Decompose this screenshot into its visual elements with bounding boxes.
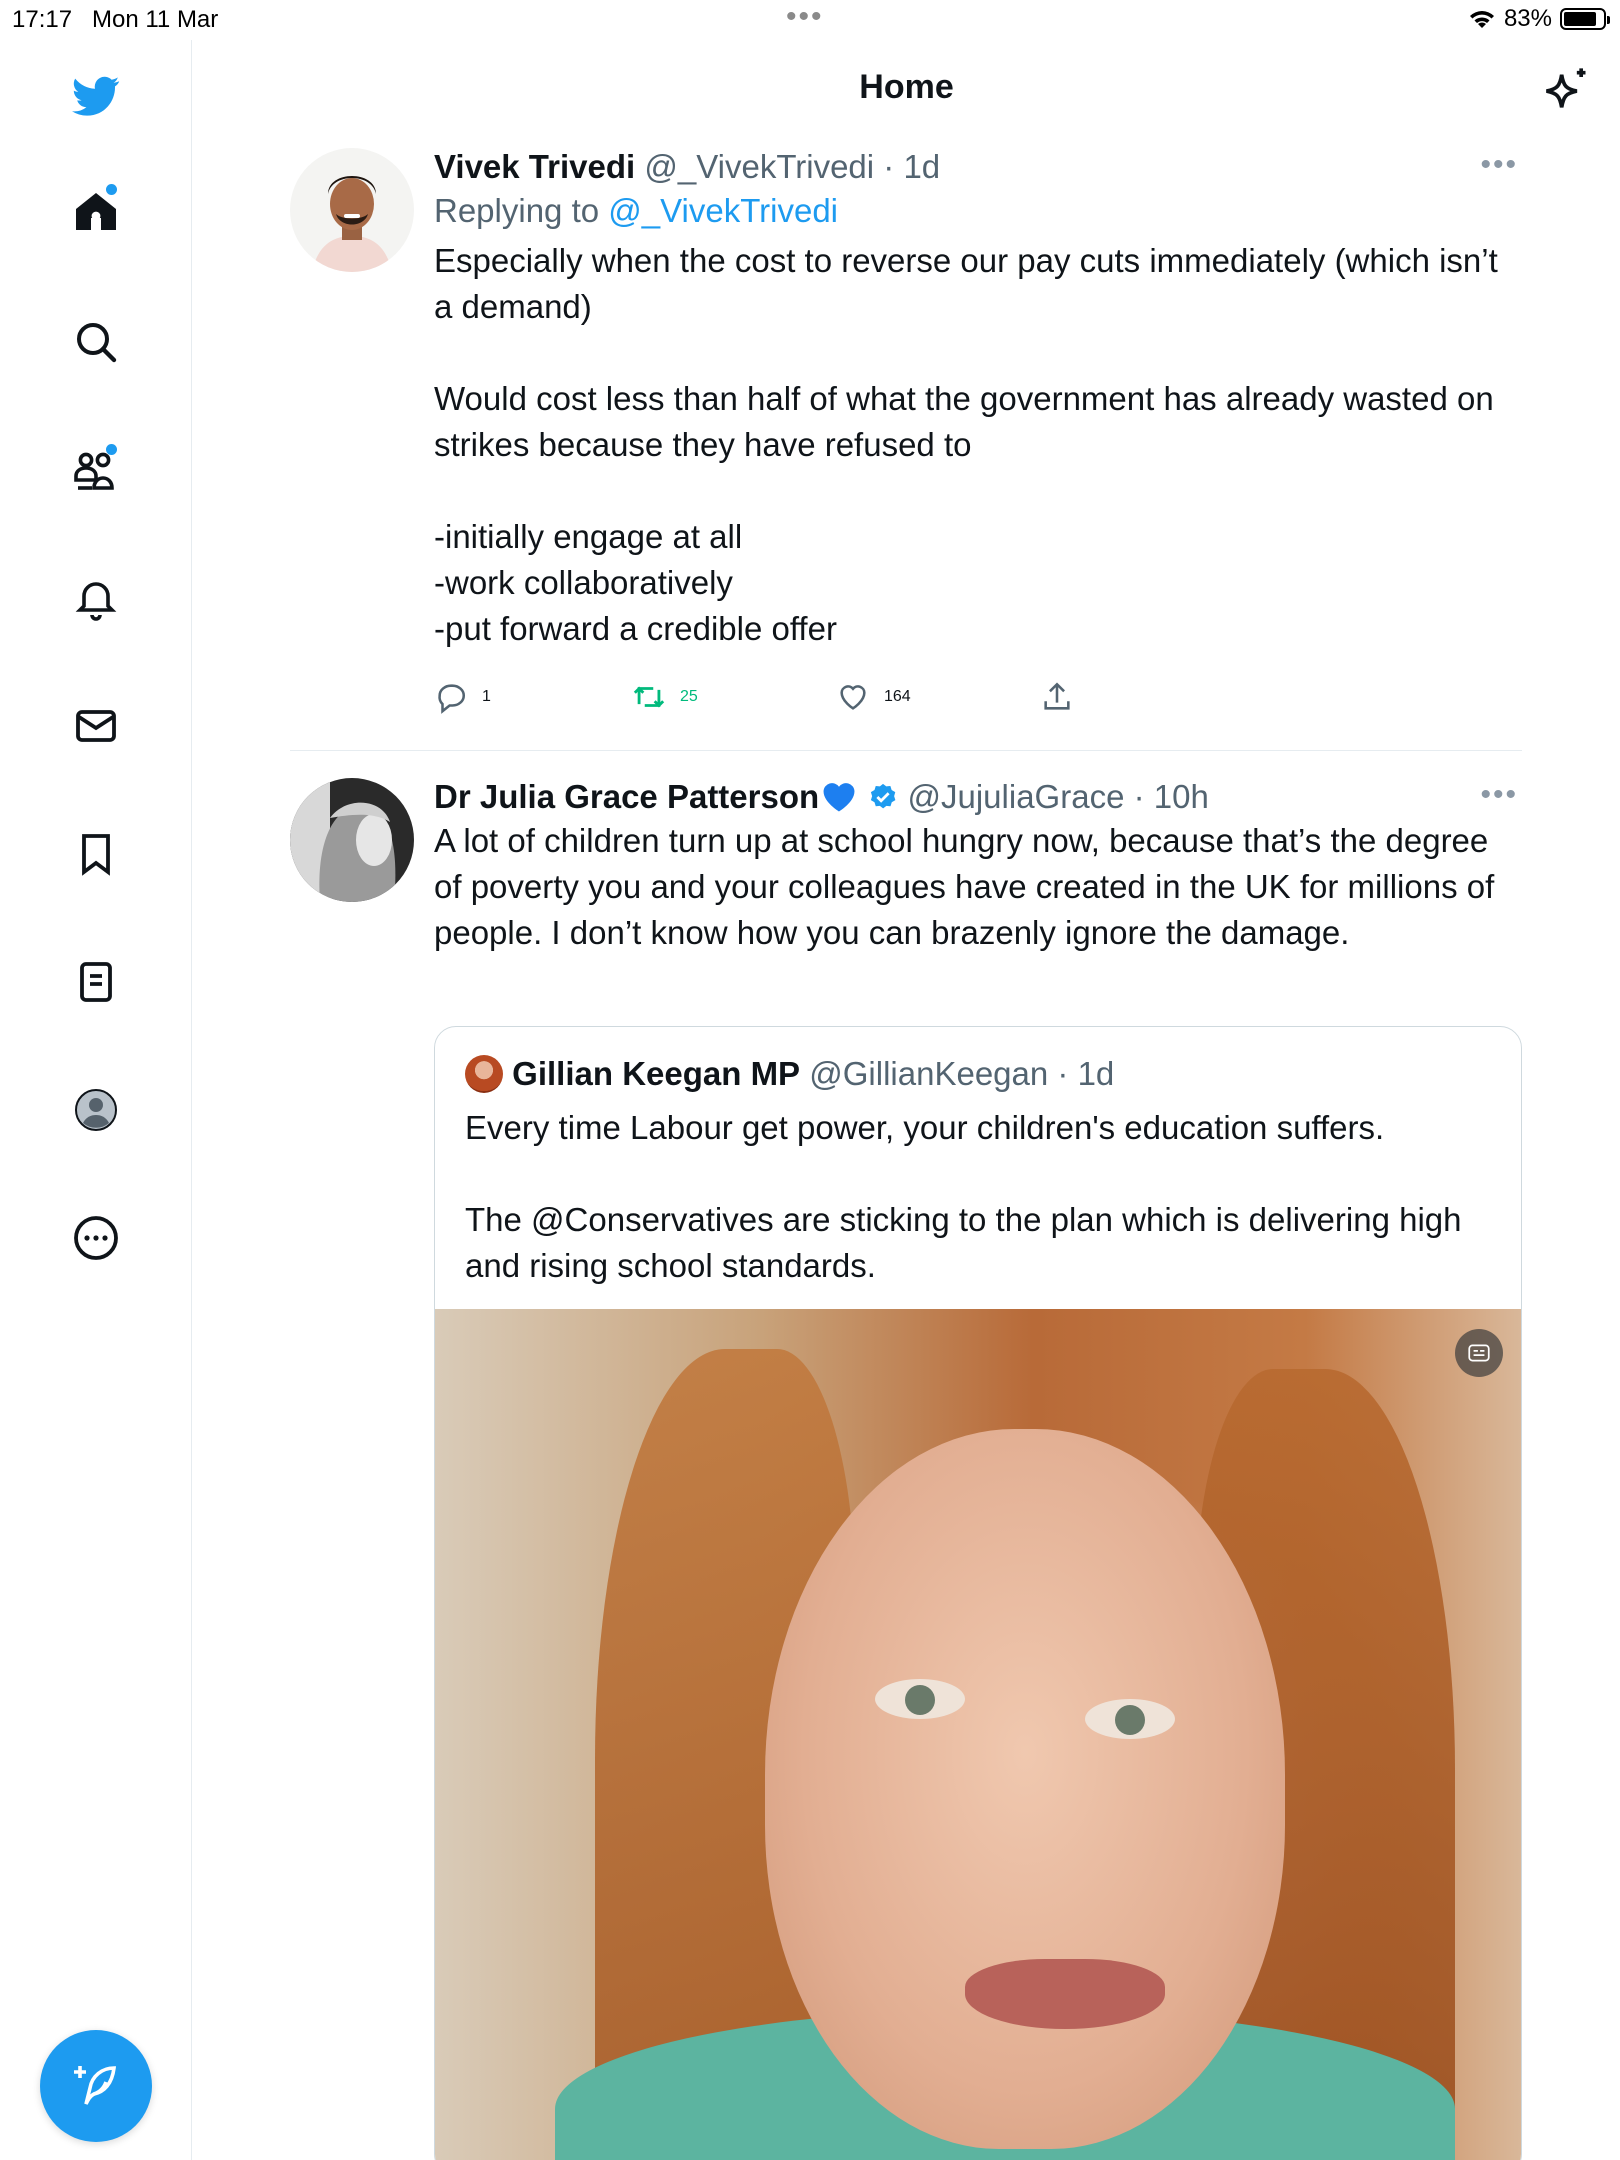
status-date: Mon 11 Mar	[92, 6, 219, 33]
verified-badge-icon	[871, 783, 896, 809]
tweet-header: Vivek Trivedi @_VivekTrivedi · 1d	[434, 148, 1520, 186]
battery-icon	[1560, 8, 1610, 30]
replying-to-link[interactable]: @_VivekTrivedi	[608, 192, 838, 229]
more-options-icon[interactable]: •••	[1480, 778, 1518, 812]
author-name[interactable]: Dr Julia Grace Patterson	[434, 778, 819, 815]
author-handle[interactable]: @JujuliaGrace	[908, 778, 1125, 815]
quoted-tweet-header: Gillian Keegan MP @GillianKeegan · 1d	[465, 1055, 1491, 1093]
quoted-tweet-text: Every time Labour get power, your childr…	[465, 1109, 1462, 1284]
sidebar	[0, 40, 192, 2160]
tweet-header: Dr Julia Grace Patterson @JujuliaGrace ·…	[434, 778, 1520, 816]
author-handle[interactable]: @_VivekTrivedi	[644, 148, 874, 185]
retweet-icon	[633, 686, 665, 708]
tweet-time[interactable]: · 10h	[1134, 778, 1209, 815]
lists-icon[interactable]	[66, 952, 126, 1012]
replying-to: Replying to @_VivekTrivedi	[434, 192, 1520, 230]
like-count: 164	[884, 688, 911, 705]
video-thumbnail[interactable]	[435, 1309, 1521, 2160]
home-icon[interactable]	[66, 182, 126, 242]
avatar[interactable]	[290, 778, 414, 902]
retweet-count: 25	[680, 688, 698, 705]
media-badge-icon[interactable]	[1455, 1329, 1503, 1377]
more-options-icon[interactable]: •••	[1480, 148, 1518, 182]
compose-tweet-button[interactable]	[40, 2030, 152, 2142]
retweet-button[interactable]: 25	[632, 680, 698, 714]
quoted-avatar	[465, 1055, 503, 1093]
heart-icon	[840, 685, 866, 710]
notifications-icon[interactable]	[66, 568, 126, 628]
quoted-tweet[interactable]: Gillian Keegan MP @GillianKeegan · 1d Ev…	[434, 1026, 1522, 2160]
header: Home	[193, 40, 1620, 140]
messages-icon[interactable]	[66, 696, 126, 756]
reply-icon	[438, 684, 465, 714]
battery-percent: 83%	[1503, 5, 1552, 32]
status-indicators: 83%	[1468, 5, 1610, 33]
blue-heart-icon	[823, 783, 855, 812]
replying-to-label: Replying to	[434, 192, 609, 229]
avatar[interactable]	[290, 148, 414, 272]
status-time: 17:17	[12, 6, 73, 33]
reply-button[interactable]: 1	[434, 680, 491, 714]
communities-icon[interactable]	[66, 440, 126, 500]
reply-count: 1	[482, 688, 491, 705]
communities-unread-dot	[106, 444, 117, 455]
multitasking-dots-icon[interactable]: •••	[786, 0, 824, 34]
explore-icon[interactable]	[66, 312, 126, 372]
bookmarks-icon[interactable]	[66, 824, 126, 884]
tweet-text: Especially when the cost to reverse our …	[434, 242, 1498, 647]
tweet[interactable]: Vivek Trivedi @_VivekTrivedi · 1d ••• Re…	[290, 148, 1522, 748]
quoted-tweet-time: · 1d	[1057, 1055, 1115, 1092]
page-title: Home	[859, 68, 954, 106]
like-button[interactable]: 164	[836, 680, 911, 714]
tweet-divider	[290, 750, 1522, 751]
tweet-text: A lot of children turn up at school hung…	[434, 822, 1504, 951]
profile-icon[interactable]	[66, 1080, 126, 1140]
status-bar: 17:17 Mon 11 Mar ••• 83%	[0, 0, 1620, 40]
twitter-logo-icon[interactable]	[66, 66, 126, 126]
home-unread-dot	[106, 184, 117, 195]
tweet-time[interactable]: · 1d	[883, 148, 940, 185]
share-icon	[1044, 682, 1070, 710]
compose-icon	[74, 2066, 117, 2105]
tweet[interactable]: Dr Julia Grace Patterson @JujuliaGrace ·…	[290, 778, 1522, 2160]
share-button[interactable]	[1040, 680, 1074, 714]
sparkle-icon[interactable]	[1540, 64, 1592, 116]
quoted-author-name: Gillian Keegan MP	[512, 1055, 801, 1092]
quoted-author-handle: @GillianKeegan	[809, 1055, 1049, 1092]
author-name[interactable]: Vivek Trivedi	[434, 148, 635, 185]
more-icon[interactable]	[66, 1208, 126, 1268]
wifi-icon	[1469, 11, 1494, 28]
